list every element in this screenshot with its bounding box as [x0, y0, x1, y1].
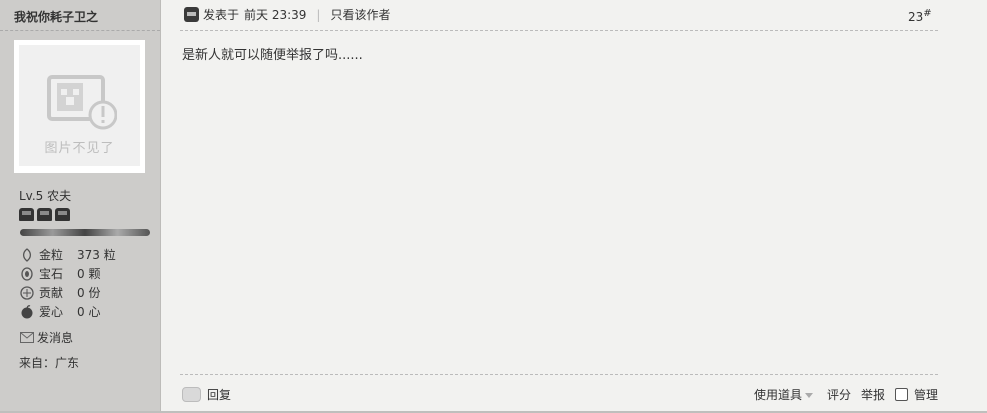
meta-separator: |: [316, 7, 321, 22]
post-content: 是新人就可以随便举报了吗......: [182, 48, 363, 63]
level-star-icon: [19, 208, 34, 221]
level-stars: [19, 208, 70, 221]
posted-time: 前天 23:39: [244, 8, 307, 22]
send-message-label: 发消息: [37, 331, 74, 345]
broken-image-icon: [47, 75, 117, 130]
stat-contribution: 贡献 0 份: [20, 284, 100, 301]
report-button[interactable]: 举报: [861, 386, 885, 403]
post-actions: 使用道具 评分 举报 管理: [754, 386, 938, 403]
gem-icon: [21, 266, 33, 281]
level-star-icon: [55, 208, 70, 221]
use-tool-dropdown[interactable]: 使用道具: [754, 386, 813, 403]
floor-number[interactable]: 23#: [908, 8, 932, 24]
post-container: 我祝你耗子卫之 图片不见了 Lv.5 农夫 金粒 373 粒 宝石 0 颗 贡献…: [0, 0, 987, 413]
posted-prefix: 发表于: [203, 8, 240, 22]
reply-button[interactable]: 回复: [182, 386, 231, 403]
level-star-icon: [37, 208, 52, 221]
gold-grain-icon: [22, 247, 32, 262]
contribution-icon: [20, 285, 34, 300]
post-footer-divider: [180, 374, 938, 375]
stat-love: 爱心 0 心: [20, 303, 100, 320]
send-message-link[interactable]: 发消息: [20, 329, 73, 346]
experience-bar-fill: [20, 229, 150, 236]
apple-heart-icon: [21, 304, 33, 318]
author-name[interactable]: 我祝你耗子卫之: [14, 8, 98, 25]
reply-icon: [182, 387, 201, 402]
mail-icon: [20, 332, 34, 343]
only-author-link[interactable]: 只看该作者: [330, 6, 390, 23]
author-sidebar: 我祝你耗子卫之 图片不见了 Lv.5 农夫 金粒 373 粒 宝石 0 颗 贡献…: [0, 0, 161, 411]
stat-gold: 金粒 373 粒: [20, 246, 116, 263]
avatar-missing-text: 图片不见了: [44, 141, 115, 156]
post-meta: 发表于 前天 23:39 | 只看该作者: [184, 6, 390, 23]
stat-gem: 宝石 0 颗: [20, 265, 100, 282]
author-location: 来自：广东: [19, 356, 80, 370]
manage-checkbox[interactable]: [894, 388, 908, 401]
avatar[interactable]: 图片不见了: [14, 40, 145, 173]
manage-label[interactable]: 管理: [914, 386, 938, 403]
user-level[interactable]: Lv.5 农夫: [19, 187, 71, 204]
avatar-placeholder: 图片不见了: [19, 45, 140, 166]
reply-label: 回复: [207, 388, 232, 402]
experience-bar: [20, 229, 150, 236]
sidebar-divider: [0, 30, 160, 31]
chevron-down-icon: [804, 393, 813, 398]
rate-button[interactable]: 评分: [827, 386, 851, 403]
post-status-icon: [184, 7, 199, 22]
post-header-divider: [180, 30, 938, 31]
